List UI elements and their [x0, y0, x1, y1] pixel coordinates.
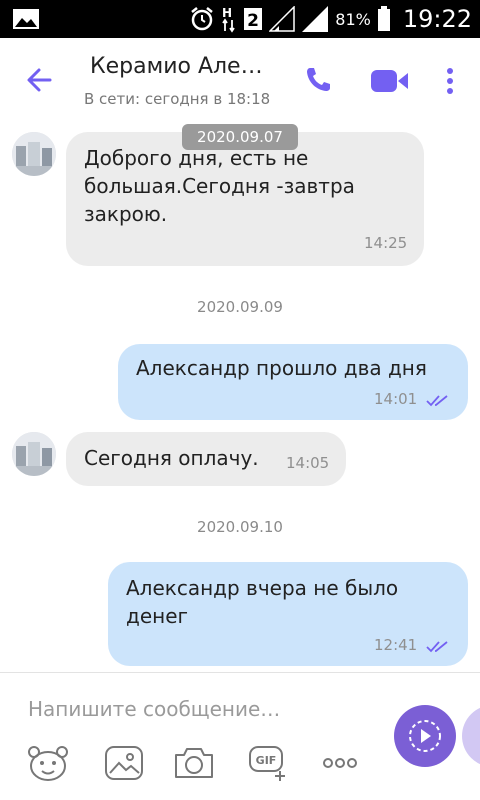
more-vertical-icon — [447, 68, 453, 94]
double-check-icon — [426, 395, 448, 407]
signal-icon-2 — [301, 5, 329, 33]
status-bar: H 2 81% 19:22 — [0, 0, 480, 38]
chat-screen: H 2 81% 19:22 Керамио Але… В сети: сегод… — [0, 0, 480, 800]
message-text: Доброго дня, есть не большая.Сегодня -за… — [84, 146, 355, 226]
gallery-notification-icon — [12, 7, 40, 35]
alarm-icon — [189, 6, 215, 32]
call-button[interactable] — [302, 64, 334, 96]
chat-header: Керамио Але… В сети: сегодня в 18:18 — [0, 38, 480, 122]
sticker-button[interactable] — [26, 743, 70, 783]
message-text: Александр прошло два дня — [136, 356, 427, 380]
contact-name[interactable]: Керамио Але… — [90, 54, 290, 79]
contact-status: В сети: сегодня в 18:18 — [84, 90, 271, 108]
avatar[interactable] — [12, 132, 56, 176]
clock-time: 19:22 — [402, 5, 472, 33]
date-separator: 2020.09.10 — [197, 518, 283, 536]
signal-icon — [269, 6, 296, 32]
gif-label: GIF — [256, 754, 277, 767]
video-call-button[interactable] — [370, 66, 410, 96]
date-separator: 2020.09.09 — [197, 298, 283, 316]
double-check-icon — [426, 641, 448, 653]
incoming-message-bubble[interactable]: Доброго дня, есть не большая.Сегодня -за… — [66, 132, 424, 266]
message-text: Сегодня оплачу. — [84, 446, 259, 470]
message-input[interactable] — [28, 693, 358, 725]
sim-label: 2 — [247, 11, 259, 31]
record-send-button[interactable] — [394, 705, 456, 767]
more-options-button[interactable] — [320, 743, 364, 783]
battery-percent: 81% — [335, 9, 371, 29]
composer: GIF — [0, 672, 480, 800]
phone-icon — [307, 68, 330, 91]
message-text: Александр вчера не было денег — [126, 576, 399, 628]
overflow-menu-button[interactable] — [440, 66, 460, 96]
camera-button[interactable] — [172, 743, 216, 783]
date-pill: 2020.09.07 — [182, 124, 298, 150]
message-time: 14:01 — [374, 390, 418, 408]
outgoing-message-bubble[interactable]: Александр вчера не было денег 12:41 — [108, 562, 468, 666]
gallery-icon — [105, 746, 143, 780]
message-time: 14:25 — [364, 234, 408, 252]
secondary-action-button[interactable] — [462, 705, 480, 767]
camera-icon — [175, 748, 213, 778]
video-message-icon — [409, 720, 441, 752]
sticker-icon — [28, 746, 68, 781]
message-time: 12:41 — [374, 636, 418, 654]
sim-2-icon: 2 — [243, 7, 263, 31]
message-list[interactable]: 2020.09.07 Доброго дня, есть не большая.… — [0, 122, 480, 672]
avatar[interactable] — [12, 432, 56, 476]
back-button[interactable] — [22, 62, 62, 98]
incoming-message-bubble[interactable]: Сегодня оплачу. 14:05 — [66, 432, 346, 486]
gif-icon: GIF — [249, 746, 285, 781]
more-icon — [323, 758, 357, 768]
arrow-left-icon — [27, 68, 52, 92]
gif-button[interactable]: GIF — [248, 743, 292, 783]
gallery-button[interactable] — [102, 743, 146, 783]
network-letter: H — [222, 6, 232, 20]
video-camera-icon — [371, 70, 408, 92]
outgoing-message-bubble[interactable]: Александр прошло два дня 14:01 — [118, 344, 468, 420]
battery-icon — [377, 6, 391, 32]
network-h-icon: H — [221, 5, 237, 33]
message-time: 14:05 — [286, 454, 330, 472]
